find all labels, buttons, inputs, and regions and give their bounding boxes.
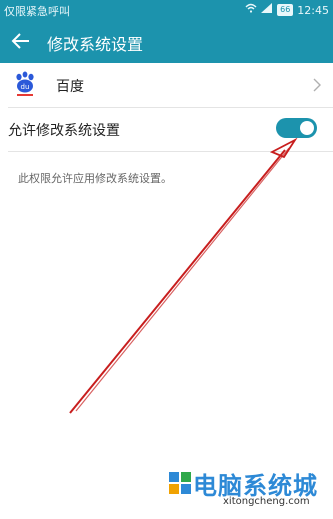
permission-description: 此权限允许应用修改系统设置。 — [18, 172, 172, 185]
svg-text:du: du — [21, 83, 30, 91]
app-bar: 修改系统设置 — [0, 20, 333, 63]
watermark-url: xitongcheng.com — [223, 496, 310, 507]
arrow-left-icon[interactable] — [10, 30, 32, 52]
toggle-knob — [300, 121, 314, 135]
divider — [8, 151, 333, 152]
battery-level: 66 — [277, 4, 294, 16]
baidu-paw-icon: du — [13, 71, 37, 97]
chevron-right-icon — [313, 77, 321, 92]
windows-logo-icon — [167, 470, 193, 496]
app-name: 百度 — [56, 79, 84, 95]
status-time: 12:45 — [297, 3, 329, 17]
app-row[interactable]: du 百度 — [0, 63, 333, 107]
setting-label: 允许修改系统设置 — [8, 123, 120, 139]
watermark: 电脑系统城 xitongcheng.com — [165, 462, 333, 519]
carrier-text: 仅限紧急呼叫 — [4, 5, 70, 18]
wifi-icon — [245, 3, 257, 17]
signal-icon — [261, 3, 273, 17]
status-bar: 仅限紧急呼叫 66 12:45 — [0, 0, 333, 20]
divider — [8, 107, 333, 108]
status-icons: 66 12:45 — [245, 3, 329, 17]
allow-modify-toggle[interactable] — [276, 118, 317, 138]
page-title: 修改系统设置 — [47, 35, 144, 54]
